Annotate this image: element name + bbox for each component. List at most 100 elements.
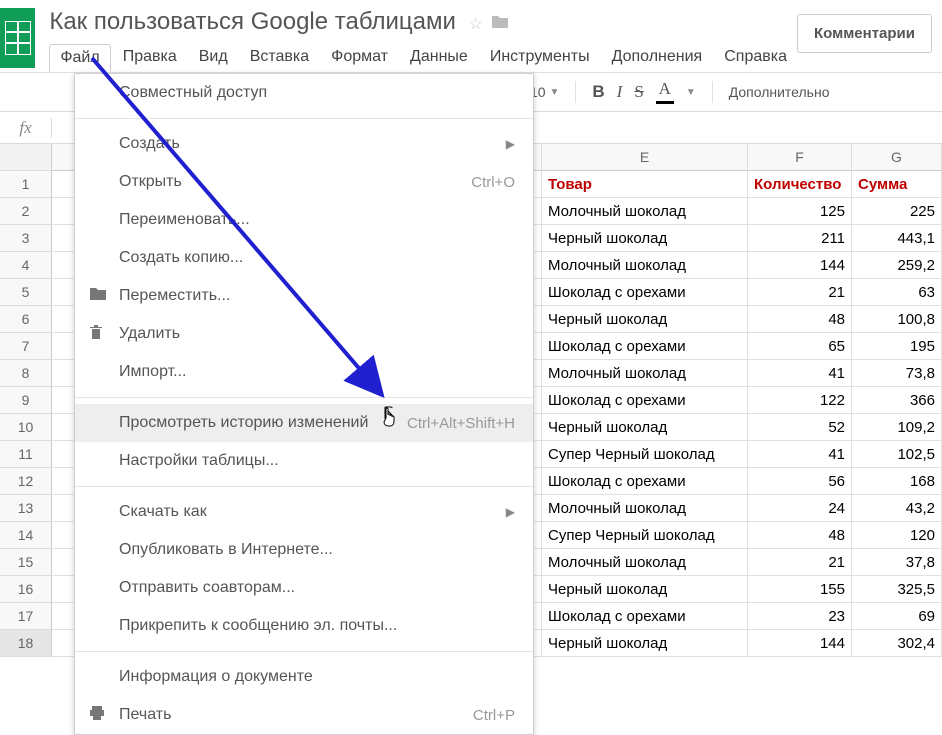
row-header[interactable]: 11 [0, 441, 52, 468]
cell-sum[interactable]: 100,8 [852, 306, 942, 333]
menu-item-open[interactable]: ОткрытьCtrl+O [75, 163, 533, 201]
cell-product[interactable]: Шоколад с орехами [542, 333, 748, 360]
col-header-e[interactable]: E [542, 144, 748, 171]
cell-qty[interactable]: 48 [748, 306, 852, 333]
cell-sum[interactable]: 73,8 [852, 360, 942, 387]
cell-sum[interactable]: 168 [852, 468, 942, 495]
menu-format[interactable]: Формат [321, 44, 398, 72]
cell-qty[interactable]: 65 [748, 333, 852, 360]
cell-product[interactable]: Черный шоколад [542, 576, 748, 603]
cell-product[interactable]: Черный шоколад [542, 630, 748, 657]
bold-button[interactable]: B [592, 82, 604, 102]
menu-item-settings[interactable]: Настройки таблицы... [75, 442, 533, 480]
row-header[interactable]: 17 [0, 603, 52, 630]
cell-sum[interactable]: 43,2 [852, 495, 942, 522]
cell-qty[interactable]: 144 [748, 630, 852, 657]
cell-qty[interactable]: 144 [748, 252, 852, 279]
menu-item-copy[interactable]: Создать копию... [75, 239, 533, 277]
cell-qty[interactable]: 125 [748, 198, 852, 225]
cell-product[interactable]: Черный шоколад [542, 414, 748, 441]
cell-qty[interactable]: 48 [748, 522, 852, 549]
cell-qty[interactable]: 21 [748, 549, 852, 576]
sheets-logo[interactable] [0, 8, 35, 68]
cell-sum[interactable]: 302,4 [852, 630, 942, 657]
cell-product[interactable]: Черный шоколад [542, 225, 748, 252]
cell-qty[interactable]: 52 [748, 414, 852, 441]
menu-item-download[interactable]: Скачать как▶ [75, 493, 533, 531]
cell-sum[interactable]: 366 [852, 387, 942, 414]
menu-item-create[interactable]: Создать▶ [75, 125, 533, 163]
cell-qty[interactable]: 122 [748, 387, 852, 414]
menu-view[interactable]: Вид [189, 44, 238, 72]
menu-item-import[interactable]: Импорт... [75, 353, 533, 391]
row-header[interactable]: 8 [0, 360, 52, 387]
row-header[interactable]: 2 [0, 198, 52, 225]
menu-item-history[interactable]: Просмотреть историю измененийCtrl+Alt+Sh… [75, 404, 533, 442]
menu-item-publish[interactable]: Опубликовать в Интернете... [75, 531, 533, 569]
folder-icon[interactable] [491, 14, 509, 35]
text-color-button[interactable]: A [656, 80, 674, 104]
cell-qty[interactable]: 41 [748, 441, 852, 468]
toolbar-more[interactable]: Дополнительно [729, 84, 830, 100]
col-header-f[interactable]: F [748, 144, 852, 171]
cell-sum[interactable]: 69 [852, 603, 942, 630]
cell-qty[interactable]: 56 [748, 468, 852, 495]
comments-button[interactable]: Комментарии [797, 14, 932, 53]
row-header[interactable]: 5 [0, 279, 52, 306]
cell-sum[interactable]: 37,8 [852, 549, 942, 576]
cell-sum[interactable]: 102,5 [852, 441, 942, 468]
cell-header-product[interactable]: Товар [542, 171, 748, 198]
cell-qty[interactable]: 23 [748, 603, 852, 630]
cell-header-qty[interactable]: Количество [748, 171, 852, 198]
row-header[interactable]: 15 [0, 549, 52, 576]
cell-qty[interactable]: 24 [748, 495, 852, 522]
menu-file[interactable]: Файл [49, 44, 110, 72]
cell-qty[interactable]: 155 [748, 576, 852, 603]
menu-item-rename[interactable]: Переименовать... [75, 201, 533, 239]
cell-product[interactable]: Шоколад с орехами [542, 468, 748, 495]
italic-button[interactable]: I [617, 82, 623, 102]
row-header[interactable]: 13 [0, 495, 52, 522]
row-header[interactable]: 9 [0, 387, 52, 414]
row-header[interactable]: 1 [0, 171, 52, 198]
cell-sum[interactable]: 443,1 [852, 225, 942, 252]
cell-sum[interactable]: 63 [852, 279, 942, 306]
cell-header-sum[interactable]: Сумма [852, 171, 942, 198]
cell-product[interactable]: Черный шоколад [542, 306, 748, 333]
star-icon[interactable]: ☆ [468, 14, 482, 35]
cell-product[interactable]: Шоколад с орехами [542, 603, 748, 630]
menu-item-print[interactable]: ПечатьCtrl+P [75, 696, 533, 734]
cell-product[interactable]: Молочный шоколад [542, 198, 748, 225]
row-header[interactable]: 4 [0, 252, 52, 279]
menu-tools[interactable]: Инструменты [480, 44, 600, 72]
row-header[interactable]: 10 [0, 414, 52, 441]
row-header[interactable]: 16 [0, 576, 52, 603]
cell-product[interactable]: Супер Черный шоколад [542, 522, 748, 549]
cell-product[interactable]: Молочный шоколад [542, 252, 748, 279]
cell-product[interactable]: Молочный шоколад [542, 495, 748, 522]
cell-product[interactable]: Шоколад с орехами [542, 279, 748, 306]
cell-product[interactable]: Молочный шоколад [542, 360, 748, 387]
cell-sum[interactable]: 325,5 [852, 576, 942, 603]
menu-item-email-collab[interactable]: Отправить соавторам... [75, 569, 533, 607]
menu-insert[interactable]: Вставка [240, 44, 319, 72]
select-all-corner[interactable] [0, 144, 52, 171]
menu-item-share[interactable]: Совместный доступ [75, 74, 533, 112]
cell-sum[interactable]: 120 [852, 522, 942, 549]
row-header[interactable]: 7 [0, 333, 52, 360]
row-header[interactable]: 3 [0, 225, 52, 252]
menu-edit[interactable]: Правка [113, 44, 187, 72]
row-header[interactable]: 18 [0, 630, 52, 657]
cell-product[interactable]: Шоколад с орехами [542, 387, 748, 414]
cell-qty[interactable]: 21 [748, 279, 852, 306]
cell-qty[interactable]: 41 [748, 360, 852, 387]
menu-item-info[interactable]: Информация о документе [75, 658, 533, 696]
menu-item-email-attach[interactable]: Прикрепить к сообщению эл. почты... [75, 607, 533, 645]
strike-button[interactable]: S [634, 82, 643, 102]
cell-qty[interactable]: 211 [748, 225, 852, 252]
menu-data[interactable]: Данные [400, 44, 478, 72]
menu-help[interactable]: Справка [714, 44, 797, 72]
font-size[interactable]: 10▼ [530, 84, 559, 100]
col-header-g[interactable]: G [852, 144, 942, 171]
row-header[interactable]: 6 [0, 306, 52, 333]
